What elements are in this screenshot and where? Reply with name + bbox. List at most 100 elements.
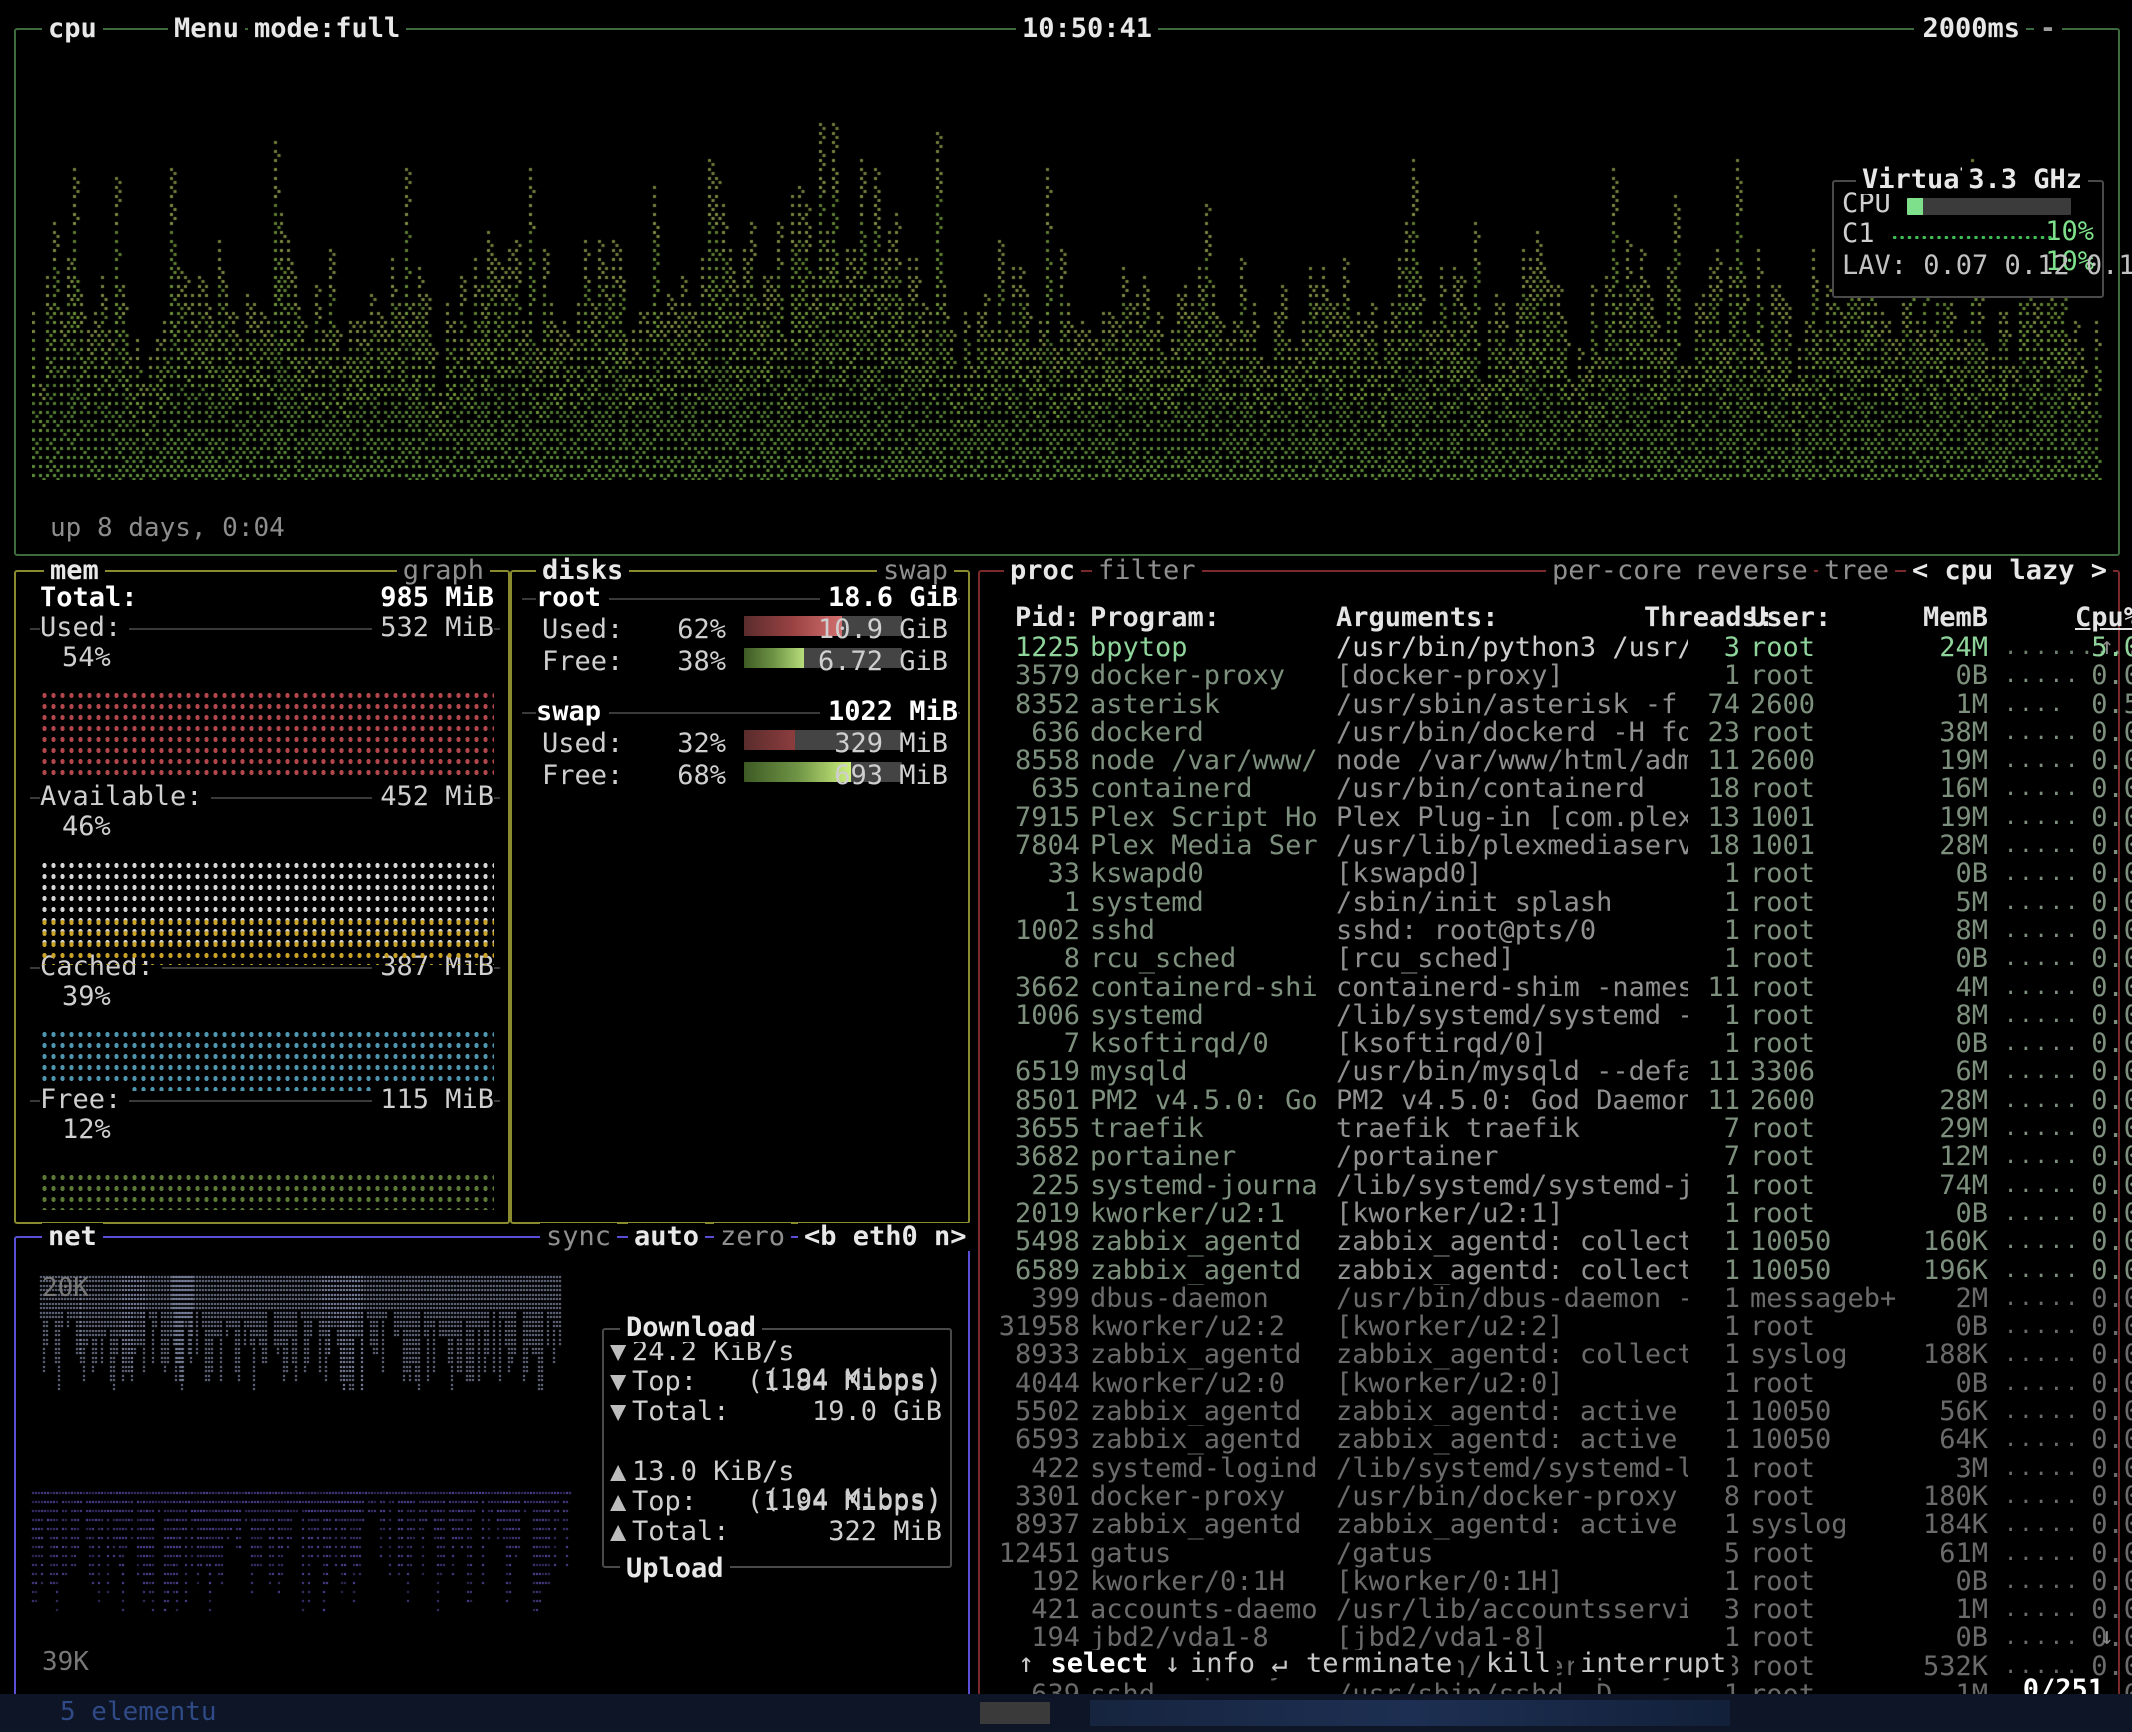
table-row[interactable]: 8 rcu_sched [rcu_sched] 1 root 0B..... 0.0 [994,943,2132,975]
net-upload-title: Upload [620,1554,730,1583]
cell-pid: 6519 [1014,1056,1080,1088]
table-row[interactable]: 1006 systemd/lib/systemd/systemd --us 1 roo… [994,1001,2132,1030]
cell-user: 2600 [1750,1084,1816,1116]
cell-pid: 3301 [1014,1480,1080,1512]
col-header-mem[interactable]: MemB [1882,603,1988,632]
cell-cpu-percent: 0.0 [2091,1480,2132,1512]
cell-cpu-percent: 0.0 [2091,914,2132,946]
table-row[interactable]: 1225 bpytop/usr/bin/python3 /usr/loc 3 root… [994,632,2132,663]
cell-user: root [1750,1028,1816,1060]
cell-arguments: [ksoftirqd/0] [1336,1030,1548,1059]
cell-pid: 5498 [1014,1226,1080,1258]
cell-pid: 421 [1031,1594,1080,1626]
cpu-c1-row: C1 10% [1842,219,2094,276]
cell-arguments: /gatus [1336,1539,1434,1568]
table-row[interactable]: 7804 Plex Media Ser/usr/lib/plexmediaserv… [994,831,2132,860]
table-row[interactable]: 7 ksoftirqd/0 [ksoftirqd/0] 1 root 0B..... 0.0 [994,1028,2132,1060]
table-row[interactable]: 1002 sshd sshd: root@pts/0 1 root 8M..... 0.0 [994,916,2132,945]
scroll-down-icon[interactable]: ↓ [2098,1622,2116,1650]
table-row[interactable]: 3301 docker-proxy/usr/bin/docker-proxy -p… [994,1480,2132,1512]
cell-arguments: zabbix_agentd: active che [1336,1511,1688,1540]
table-row[interactable]: 31958 kworker/u2:2 [kworker/u2:2] 1 root 0B..… [994,1312,2132,1341]
proc-kill-action[interactable]: kill [1480,1649,1558,1679]
disks-swap-toggle[interactable]: swap [876,556,954,586]
table-row[interactable]: 4044 kworker/u2:0 [kworker/u2:0] 1 root 0B...… [994,1369,2132,1398]
proc-select-action[interactable]: ↑ select ↓ [1012,1649,1187,1679]
cpu-menu-button[interactable]: Menu [168,14,246,44]
table-row[interactable]: 422 systemd-logind/lib/systemd/systemd-lo… [994,1454,2132,1483]
proc-sort-selector[interactable]: < cpu lazy > [1906,556,2114,586]
table-row[interactable]: 399 dbus-daemon/usr/bin/dbus-daemon --sy 1… [994,1284,2132,1313]
cell-program: zabbix_agentd [1090,1426,1302,1455]
cell-mem: 0B [1955,943,1988,975]
cell-cpu-percent: 5.0 [2091,632,2132,663]
mem-available-label: Available: [40,782,211,812]
table-row[interactable]: 421 accounts-daemo/usr/lib/accountsservic… [994,1594,2132,1626]
net-auto-toggle[interactable]: auto [628,1222,706,1252]
table-row[interactable]: 5502 zabbix_agentd zabbix_agentd: active c… [994,1397,2132,1426]
table-row[interactable]: 1 systemd/sbin/init splash 1 root 5M..... 0.0 [994,888,2132,917]
taskbar-item-b[interactable] [1090,1700,1730,1726]
proc-reverse-toggle[interactable]: reverse [1688,556,1814,586]
table-row[interactable]: 636 dockerd/usr/bin/dockerd -H fd:// 23 roo… [994,718,2132,748]
table-row[interactable]: 12451 gatus/gatus 5 root 61M..... 0.0 [994,1537,2132,1569]
proc-percore-toggle[interactable]: per-core [1546,556,1689,586]
net-sync-toggle[interactable]: sync [540,1222,618,1252]
table-row[interactable]: 2019 kworker/u2:1 [kworker/u2:1] 1 root 0B...… [994,1199,2132,1228]
cpu-update-decrease-button[interactable]: - [2033,14,2062,44]
proc-info-action[interactable]: info ↵ [1184,1649,1294,1679]
os-taskbar: 5 elementu [0,1694,2132,1732]
col-header-pid[interactable]: Pid: [994,603,1080,632]
cell-cpu-percent: 0.0 [2091,1056,2132,1088]
proc-tree-toggle[interactable]: tree [1818,556,1896,586]
table-row[interactable]: 3682 portainer/portainer 7 root 12M..... 0.0 [994,1143,2132,1172]
col-header-threads[interactable]: Threads: [1644,603,1774,632]
cell-threads: 11 [1707,745,1740,777]
net-zero-toggle[interactable]: zero [714,1222,792,1252]
scroll-up-icon[interactable]: ↑ [2098,632,2116,660]
table-row[interactable]: 6593 zabbix_agentd zabbix_agentd: active c… [994,1426,2132,1455]
table-row[interactable]: 3579 docker-proxy [docker-proxy] 1 root 0B...… [994,661,2132,690]
mem-cached-graph [40,1029,494,1091]
proc-interrupt-action[interactable]: interrupt [1574,1649,1733,1679]
table-row[interactable]: 225 systemd-journa/lib/systemd/systemd-jo… [994,1171,2132,1200]
col-header-cpu[interactable]: Cpu% [2030,603,2132,632]
table-row[interactable]: 5498 zabbix_agentd zabbix_agentd: collecto… [994,1226,2132,1258]
proc-filter-input[interactable]: filter [1092,556,1202,586]
net-interface-selector[interactable]: <b eth0 n> [798,1222,973,1252]
table-row[interactable]: 6519 mysqld/usr/bin/mysqld --default 11 330… [994,1056,2132,1088]
table-row[interactable]: 8352 asterisk/usr/sbin/asterisk -f -U 74 26… [994,690,2132,719]
table-row[interactable]: 7915 Plex Script Ho Plex Plug-in [com.plex… [994,803,2132,832]
cell-pid: 6589 [1014,1254,1080,1286]
table-row[interactable]: 3662 containerd-shi containerd-shim -names… [994,973,2132,1002]
cpu-mode-toggle[interactable]: mode:full [248,14,407,44]
col-header-arguments[interactable]: Arguments: [1336,604,1688,632]
cell-program: ksoftirqd/0 [1090,1030,1269,1059]
cell-program: dockerd [1090,718,1204,748]
proc-scrollbar[interactable]: ↑ ↓ [2098,632,2116,1650]
cell-mem: 61M [1939,1537,1988,1569]
cell-threads: 3 [1723,1594,1740,1626]
cell-user: root [1750,773,1816,805]
col-header-user[interactable]: User: [1750,603,1900,632]
col-header-program[interactable]: Program: [1090,604,1330,632]
cell-pid: 1225 [1014,632,1080,663]
table-row[interactable]: 3655 traefik traefik traefik 7 root 29M..... 0… [994,1114,2132,1143]
proc-terminate-action[interactable]: terminate [1300,1649,1459,1679]
table-row[interactable]: 8937 zabbix_agentd zabbix_agentd: active c… [994,1509,2132,1541]
table-row[interactable]: 8558 node /var/www/node /var/www/html/adm… [994,745,2132,777]
cell-arguments: /lib/systemd/systemd-jour [1336,1171,1688,1200]
net-upload-total-value: 322 MiB [828,1516,942,1547]
table-row[interactable]: 8933 zabbix_agentd zabbix_agentd: collecto… [994,1341,2132,1370]
table-row[interactable]: 192 kworker/0:1H [kworker/0:1H] 1 root 0B....… [994,1567,2132,1596]
net-scale-bottom: 39K [42,1646,89,1677]
table-row[interactable]: 33 kswapd0 [kswapd0] 1 root 0B..... 0.0 [994,860,2132,889]
taskbar-item-a[interactable] [980,1702,1050,1724]
table-row[interactable]: 635 containerd/usr/bin/containerd 18 root 16… [994,773,2132,805]
mem-graph-toggle[interactable]: graph [396,556,490,586]
cell-mem: 184K [1922,1509,1988,1541]
table-row[interactable]: 8501 PM2 v4.5.0: Go PM2 v4.5.0: God Daemon… [994,1084,2132,1116]
table-row[interactable]: 6589 zabbix_agentd zabbix_agentd: collecto… [994,1254,2132,1286]
taskbar-label: 5 elementu [60,1697,217,1727]
disk-swap-used-label: Used: [542,728,624,759]
